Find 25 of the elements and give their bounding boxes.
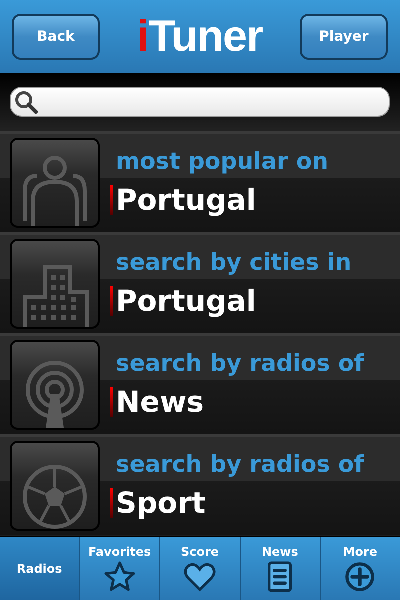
tab[interactable]: More	[320, 537, 400, 600]
list-item-subtitle: most popular on	[116, 149, 328, 175]
list-item-title: Portugal	[116, 284, 256, 318]
tab[interactable]: News	[240, 537, 320, 600]
list-item-title: News	[116, 385, 204, 419]
star-icon	[104, 560, 136, 592]
back-button[interactable]: Back	[12, 14, 100, 60]
tab[interactable]: Score	[159, 537, 240, 600]
tab[interactable]: Radios	[0, 537, 80, 600]
player-button[interactable]: Player	[300, 14, 388, 60]
list-item-subtitle: search by radios of	[116, 351, 364, 377]
search-icon	[14, 90, 38, 114]
list-item-title: Sport	[116, 486, 206, 520]
list-item[interactable]: search by cities in Portugal	[0, 232, 400, 333]
tab[interactable]: Favorites	[79, 537, 160, 600]
list-item-title: Portugal	[116, 183, 256, 217]
heart-icon	[184, 560, 216, 592]
list-item[interactable]: most popular on Portugal	[0, 131, 400, 232]
list-item-subtitle: search by cities in	[116, 250, 352, 276]
list-item[interactable]: search by radios of Sport	[0, 434, 400, 535]
search-field[interactable]	[10, 87, 390, 117]
list-item[interactable]: search by radios of News	[0, 333, 400, 434]
app-logo: iTuner	[137, 14, 263, 58]
plus-icon	[344, 560, 376, 592]
list-item-subtitle: search by radios of	[116, 452, 364, 478]
